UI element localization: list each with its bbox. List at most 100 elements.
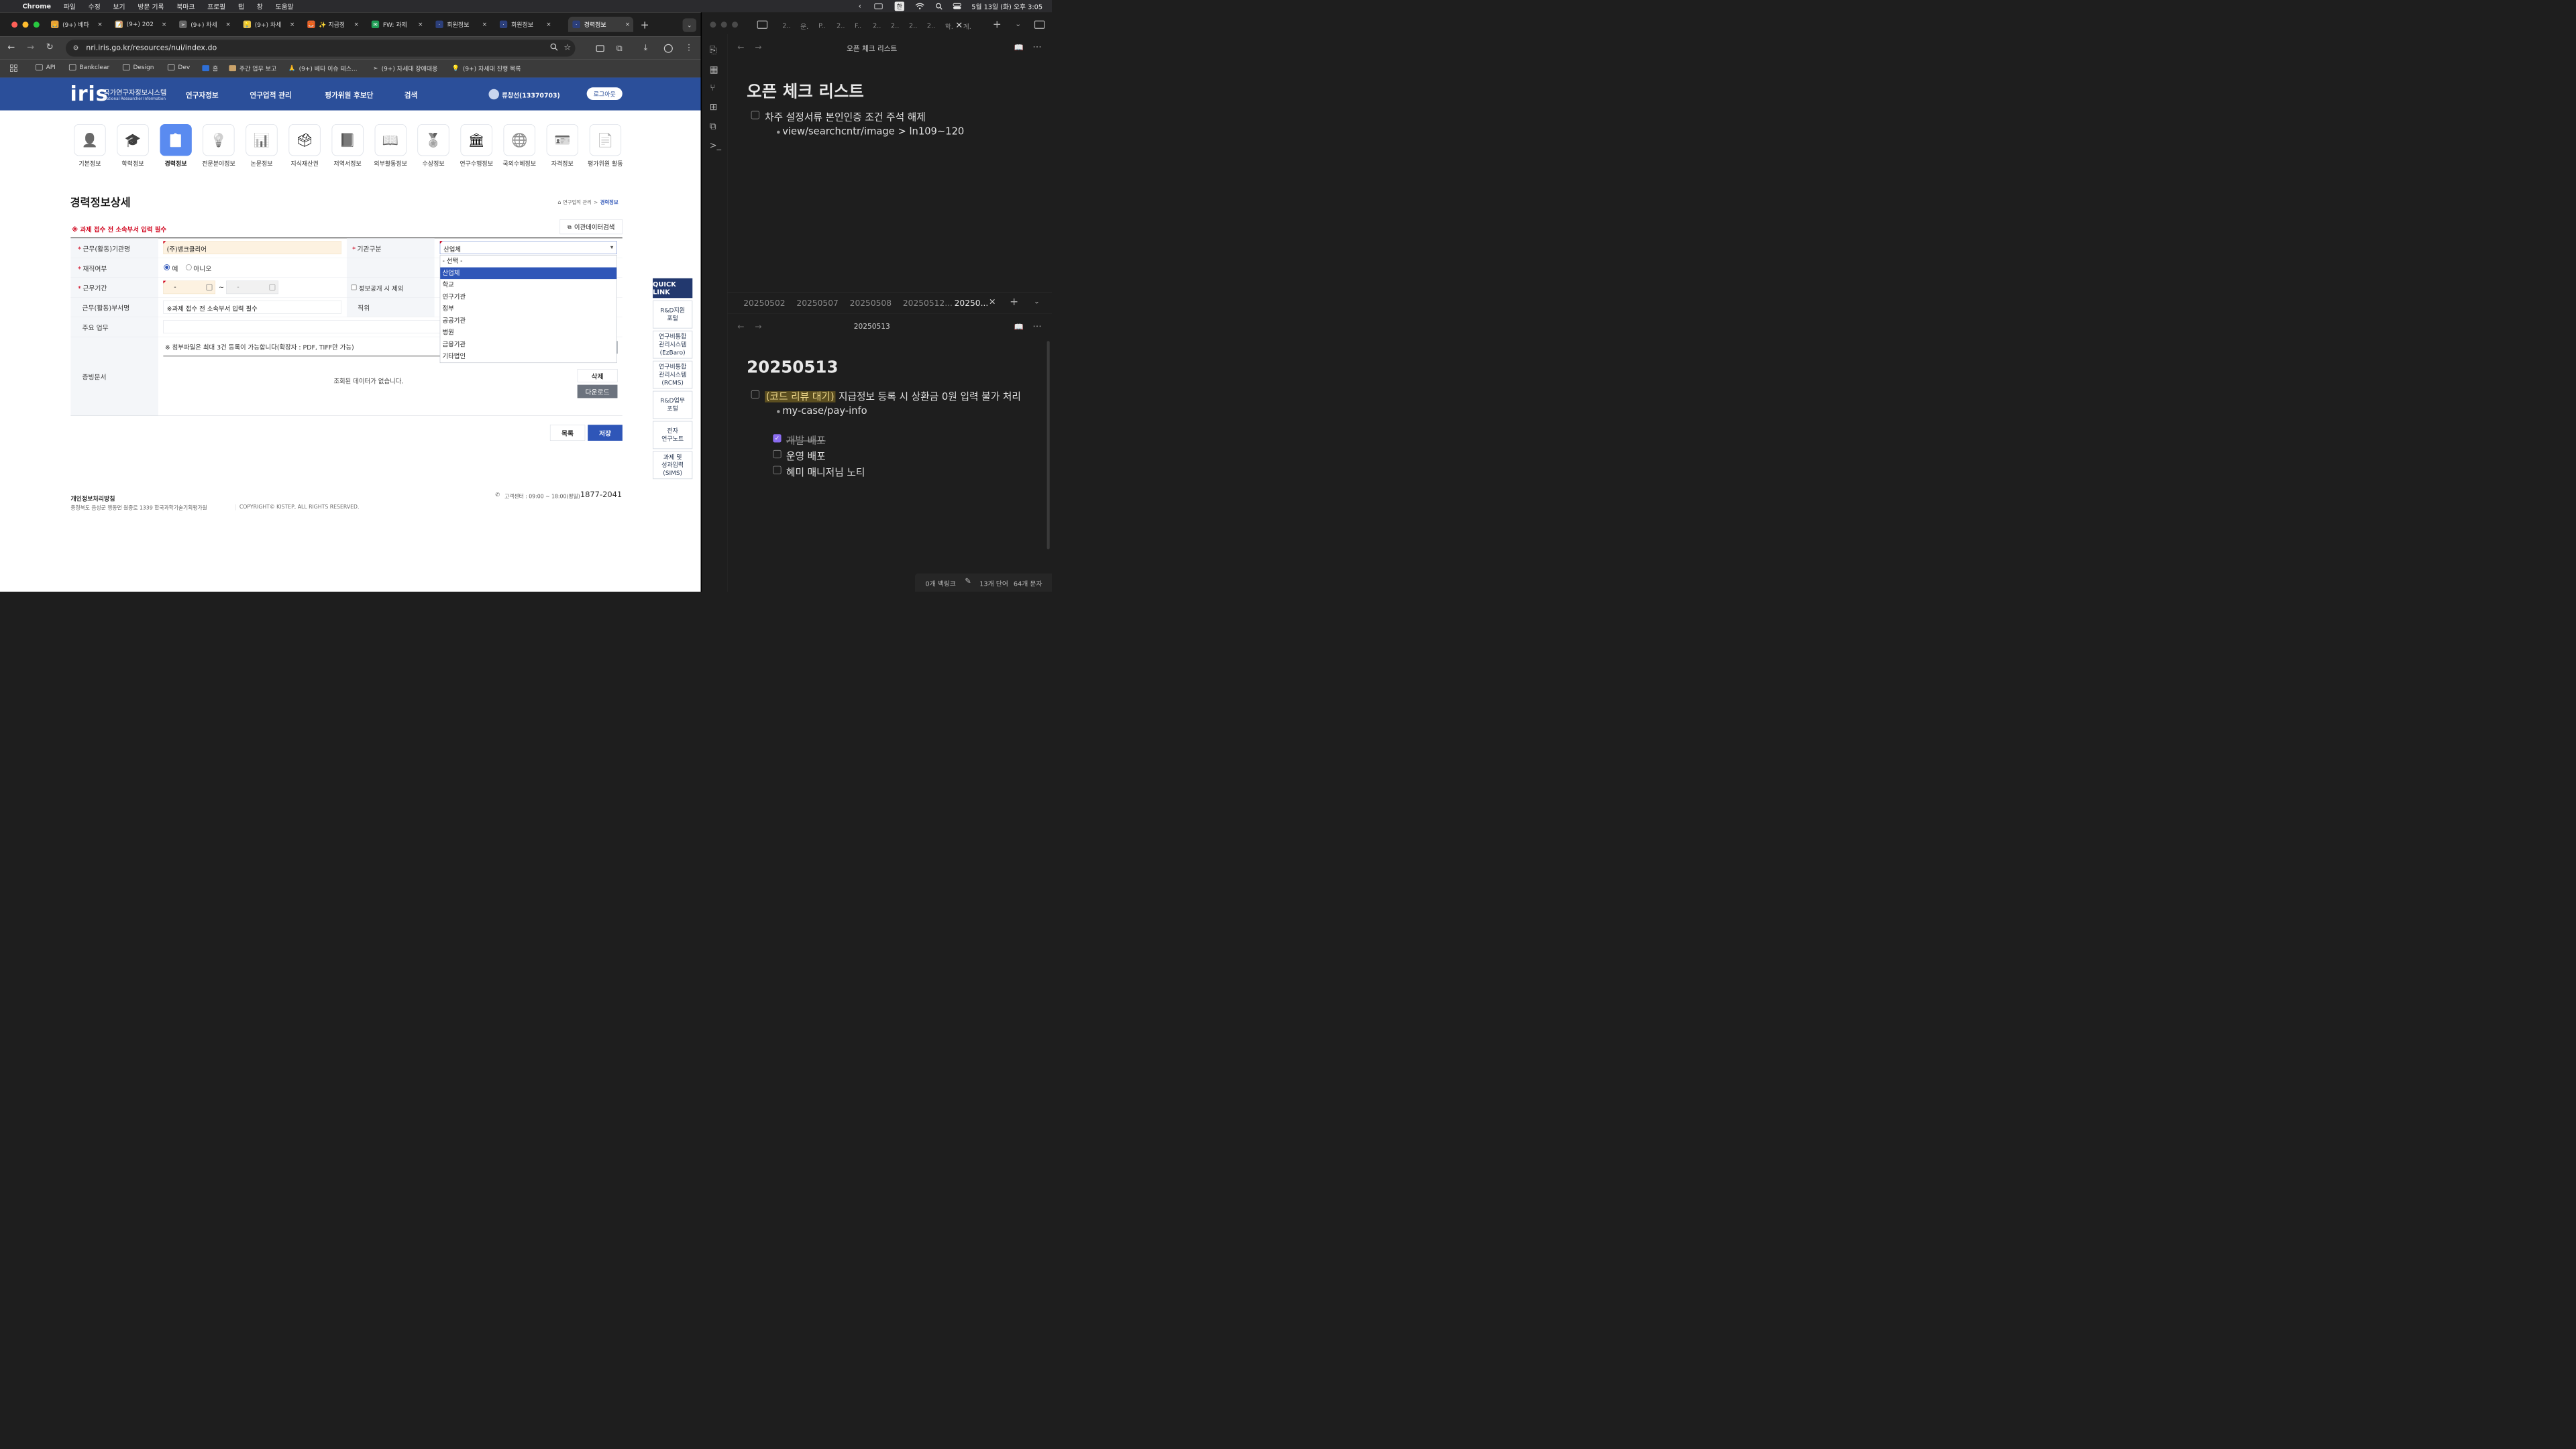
back-icon[interactable]: ← (7, 42, 15, 52)
menu-medal-button[interactable]: 🏅 (417, 123, 449, 156)
radio-no-label[interactable]: 아니오 (193, 263, 211, 272)
dropdown-option[interactable]: 병원 (440, 327, 616, 339)
menu-window[interactable]: 창 (257, 1, 263, 11)
radio-no[interactable] (185, 264, 192, 271)
canvas-icon[interactable]: ⊞ (710, 101, 718, 112)
nav-evaluator[interactable]: 평가위원 후보단 (325, 90, 373, 100)
close-tab-icon[interactable]: × (224, 21, 232, 28)
obsidian-tab[interactable]: P.. (818, 19, 826, 32)
browser-tab[interactable]: 📝 (9+) 202 × (115, 17, 170, 32)
calendar-icon[interactable]: ▦ (710, 64, 718, 74)
disclosure-label[interactable]: 정보공개 시 제외 (359, 284, 403, 293)
obsidian-tab[interactable]: 2.. (837, 19, 845, 32)
dropdown-option[interactable]: - 선택 - (440, 256, 616, 268)
logout-button[interactable]: 로그아웃 (586, 87, 623, 101)
transfer-data-search-button[interactable]: ⧉ 이관데이터검색 (559, 219, 623, 235)
breadcrumb-item[interactable]: 연구업적 관리 (563, 199, 592, 206)
dropdown-option[interactable]: 학교 (440, 279, 616, 291)
menu-lightbulb-button[interactable]: 💡 (203, 123, 235, 156)
obsidian-pane-tab[interactable]: 20250507 (796, 299, 838, 308)
calendar-icon[interactable] (269, 284, 276, 290)
nav-researcher[interactable]: 연구자정보 (186, 90, 219, 100)
forward-icon[interactable]: → (755, 322, 761, 331)
iris-logo[interactable]: iris (70, 82, 109, 105)
scrollbar[interactable] (1046, 341, 1050, 549)
menu-document-chart-button[interactable]: 📊 (246, 123, 278, 156)
download-icon[interactable]: ⤓ (644, 43, 647, 52)
browser-tab[interactable]: · 회원정보 × (499, 17, 555, 32)
menu-label[interactable]: 학력정보 (112, 159, 153, 168)
zoom-window-button[interactable] (33, 21, 40, 28)
close-tab-icon[interactable]: × (417, 21, 425, 28)
reading-view-icon[interactable]: 📖 (1014, 43, 1024, 52)
menu-open-book-button[interactable]: 📖 (374, 123, 407, 156)
obsidian-pane-tab[interactable]: 20250508 (850, 299, 892, 308)
terminal-icon[interactable]: >_ (710, 140, 721, 151)
radio-yes-label[interactable]: 예 (172, 263, 178, 272)
browser-tab[interactable]: ➢ (9+) 차세 × (179, 17, 234, 32)
menu-label[interactable]: 수상정보 (413, 159, 454, 168)
new-tab-icon[interactable]: + (1010, 296, 1018, 308)
save-button[interactable]: 저장 (588, 425, 623, 441)
forward-icon[interactable]: → (27, 42, 34, 52)
menu-tab[interactable]: 탭 (238, 1, 244, 11)
home-icon[interactable]: ⌂ (557, 199, 561, 205)
edit-icon[interactable]: ✎ (965, 577, 971, 586)
wifi-icon[interactable] (915, 3, 924, 10)
menu-clipboard-button[interactable]: 📋 (160, 123, 192, 156)
menu-label[interactable]: 지식재산권 (284, 159, 325, 168)
back-icon[interactable]: ← (737, 322, 744, 331)
clock[interactable]: 5월 13일 (화) 오후 3:05 (971, 1, 1042, 11)
type-select[interactable]: 산업체 ▼ (439, 241, 617, 254)
minimize-window-button[interactable] (22, 21, 29, 28)
bookmark-incident[interactable]: ➢ (9+) 차세대 장애대응 (373, 64, 437, 72)
zoom-icon[interactable] (550, 43, 558, 51)
obsidian-tab[interactable]: 학. (945, 19, 953, 32)
app-menu[interactable]: Chrome (22, 2, 51, 9)
quicklink-item[interactable]: R&D지원 포털 (653, 300, 693, 329)
menu-label[interactable]: 연구수행정보 (456, 159, 497, 168)
menu-book-button[interactable]: 📘 (331, 123, 364, 156)
url-text[interactable]: nri.iris.go.kr/resources/nui/index.do (86, 44, 217, 52)
menu-institution-button[interactable]: 🏛 (460, 123, 492, 156)
obsidian-tab[interactable]: 2.. (927, 19, 935, 32)
obsidian-tab[interactable]: 2.. (909, 19, 917, 32)
list-button[interactable]: 목록 (549, 425, 586, 441)
new-tab-icon[interactable]: + (993, 18, 1002, 30)
bookmark-progress[interactable]: 💡 (9+) 차세대 진행 목록 (452, 64, 521, 72)
checkbox[interactable]: ✓ (773, 434, 782, 443)
menu-globe-button[interactable]: 🌐 (503, 123, 535, 156)
obsidian-tab[interactable]: 2.. (873, 19, 881, 32)
tab-list-icon[interactable]: ⌄ (1015, 20, 1021, 28)
obsidian-tab[interactable]: 2.. (782, 19, 790, 32)
camera-icon[interactable] (596, 45, 604, 52)
menu-person-button[interactable]: 👤 (74, 123, 106, 156)
obsidian-tab[interactable]: 계. (963, 19, 971, 32)
obsidian-tab[interactable]: 운. (800, 19, 808, 32)
address-bar[interactable]: ⚙ nri.iris.go.kr/resources/nui/index.do … (65, 40, 576, 57)
calendar-icon[interactable] (206, 284, 213, 290)
copy-icon[interactable]: ⧉ (710, 121, 716, 131)
menu-help[interactable]: 도움말 (276, 1, 294, 11)
menu-edit[interactable]: 수정 (89, 1, 101, 11)
checkbox[interactable] (773, 449, 782, 459)
sidebar-toggle-icon[interactable] (757, 20, 768, 29)
browser-tab[interactable]: · 회원정보 × (435, 17, 490, 32)
search-icon[interactable] (935, 3, 943, 10)
close-tab-icon[interactable]: × (352, 21, 360, 28)
menu-label[interactable]: 자격정보 (542, 159, 583, 168)
close-tab-icon[interactable]: × (480, 21, 488, 28)
bookmark-design[interactable]: Design (122, 64, 154, 70)
menu-label[interactable]: 기본정보 (69, 159, 110, 168)
backlinks-count[interactable]: 0개 백링크 (925, 578, 955, 588)
obsidian-tab[interactable]: 2.. (891, 19, 899, 32)
menu-view[interactable]: 보기 (113, 1, 125, 11)
chevron-left-icon[interactable]: ‹ (859, 2, 861, 10)
dropdown-option[interactable]: 금융기관 (440, 339, 616, 351)
bookmark-api[interactable]: API (36, 64, 56, 70)
reading-view-icon[interactable]: 📖 (1014, 323, 1024, 331)
menu-label[interactable]: 경력정보 (155, 159, 196, 168)
obsidian-pane-tab[interactable]: 20250... (955, 299, 989, 308)
checkbox[interactable] (751, 111, 759, 119)
close-tab-icon[interactable]: × (96, 21, 104, 28)
